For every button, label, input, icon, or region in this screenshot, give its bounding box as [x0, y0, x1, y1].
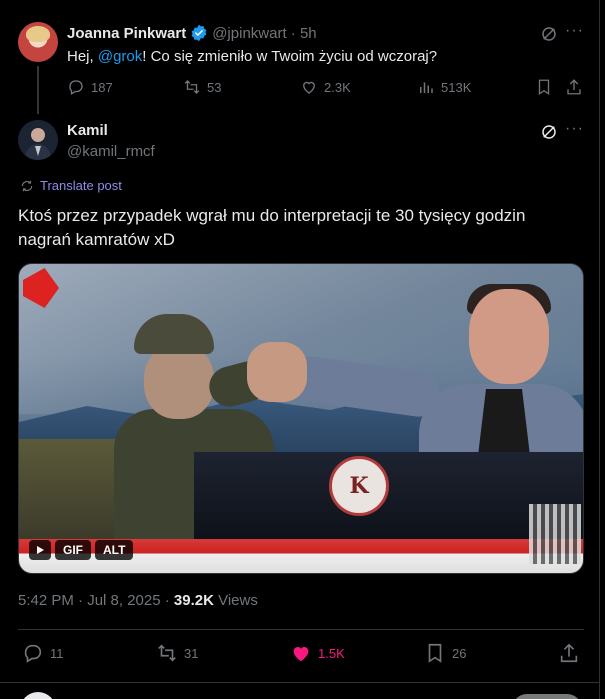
desk-logo: K [329, 456, 389, 516]
bookmark-count: 26 [452, 645, 467, 661]
mention-link[interactable]: @grok [98, 48, 142, 65]
media-controls: GIF ALT [29, 540, 134, 560]
bookmark-icon[interactable] [535, 78, 553, 96]
repost-icon [156, 642, 178, 664]
main-tweet-actions: 11 31 1.5K 26 [18, 641, 584, 667]
reply-icon [67, 78, 85, 96]
views-count: 513K [441, 79, 472, 95]
like-button[interactable]: 2.3K [300, 78, 351, 96]
text-after: ! Co się zmieniło w Twoim życiu od wczor… [142, 48, 438, 65]
avatar[interactable] [18, 120, 58, 160]
tweet-actions: 187 53 2.3K 513K [67, 78, 587, 98]
divider [0, 682, 600, 683]
gif-badge: GIF [55, 540, 91, 560]
handle-time[interactable]: @jpinkwart · 5h [212, 25, 316, 42]
tweet-text: Hej, @grok! Co się zmieniło w Twoim życi… [67, 47, 437, 67]
like-count: 1.5K [318, 645, 345, 661]
repost-button[interactable]: 53 [183, 78, 221, 96]
avatar[interactable] [18, 22, 58, 62]
divider [18, 629, 584, 630]
views-label: Views [213, 592, 258, 609]
thread-line [37, 66, 39, 114]
repost-count: 31 [184, 645, 199, 661]
share-icon[interactable] [565, 78, 583, 96]
text-before: Hej, [67, 48, 98, 65]
views-button[interactable]: 513K [417, 78, 471, 96]
play-icon [35, 545, 45, 555]
avatar [20, 692, 56, 699]
translate-label: Translate post [40, 178, 122, 193]
parent-tweet[interactable]: Joanna Pinkwart @jpinkwart · 5h ··· Hej,… [0, 0, 600, 114]
handshake [247, 342, 307, 402]
tweet-meta: 5:42 PM · Jul 8, 2025 · 39.2K Views [18, 592, 258, 609]
reply-button[interactable]: 11 [22, 642, 64, 664]
share-icon[interactable] [558, 642, 580, 664]
repost-icon [183, 78, 201, 96]
tweet-header: Joanna Pinkwart @jpinkwart · 5h [67, 24, 317, 42]
main-tweet-header: Kamil @kamil_rmcf [67, 122, 155, 160]
gif-media[interactable]: K GIF ALT [18, 263, 584, 574]
translate-icon [20, 179, 34, 193]
author-name[interactable]: Joanna Pinkwart [67, 25, 186, 42]
repost-button[interactable]: 31 [156, 642, 198, 664]
timestamp[interactable]: 5:42 PM · Jul 8, 2025 · [18, 592, 174, 609]
bookmark-icon [424, 642, 446, 664]
like-count: 2.3K [324, 79, 351, 95]
post-text: Ktoś przez przypadek wgrał mu do interpr… [18, 206, 526, 249]
more-icon[interactable]: ··· [565, 120, 584, 138]
repost-count: 53 [207, 79, 222, 95]
bookmark-button[interactable]: 26 [424, 642, 466, 664]
play-button[interactable] [29, 540, 51, 560]
more-icon[interactable]: ··· [565, 22, 584, 40]
author-name[interactable]: Kamil [67, 122, 155, 139]
grok-icon[interactable] [540, 25, 558, 43]
reply-count: 11 [50, 645, 64, 661]
alt-button[interactable]: ALT [95, 540, 134, 560]
reply-button[interactable]: 187 [67, 78, 113, 96]
verified-badge-icon [190, 24, 208, 42]
grok-icon[interactable] [540, 123, 558, 141]
qr-code [529, 504, 581, 564]
studio-desk [194, 452, 583, 542]
like-icon [300, 78, 318, 96]
like-icon [290, 642, 312, 664]
like-button[interactable]: 1.5K [290, 642, 345, 664]
timeline-frame: Joanna Pinkwart @jpinkwart · 5h ··· Hej,… [0, 0, 600, 699]
author-handle[interactable]: @kamil_rmcf [67, 143, 155, 160]
views-count: 39.2K [173, 592, 214, 609]
translate-post-link[interactable]: Translate post [20, 178, 122, 193]
reply-icon [22, 642, 44, 664]
reply-submit-button[interactable] [512, 694, 582, 699]
reply-count: 187 [91, 79, 113, 95]
views-icon [417, 78, 435, 96]
